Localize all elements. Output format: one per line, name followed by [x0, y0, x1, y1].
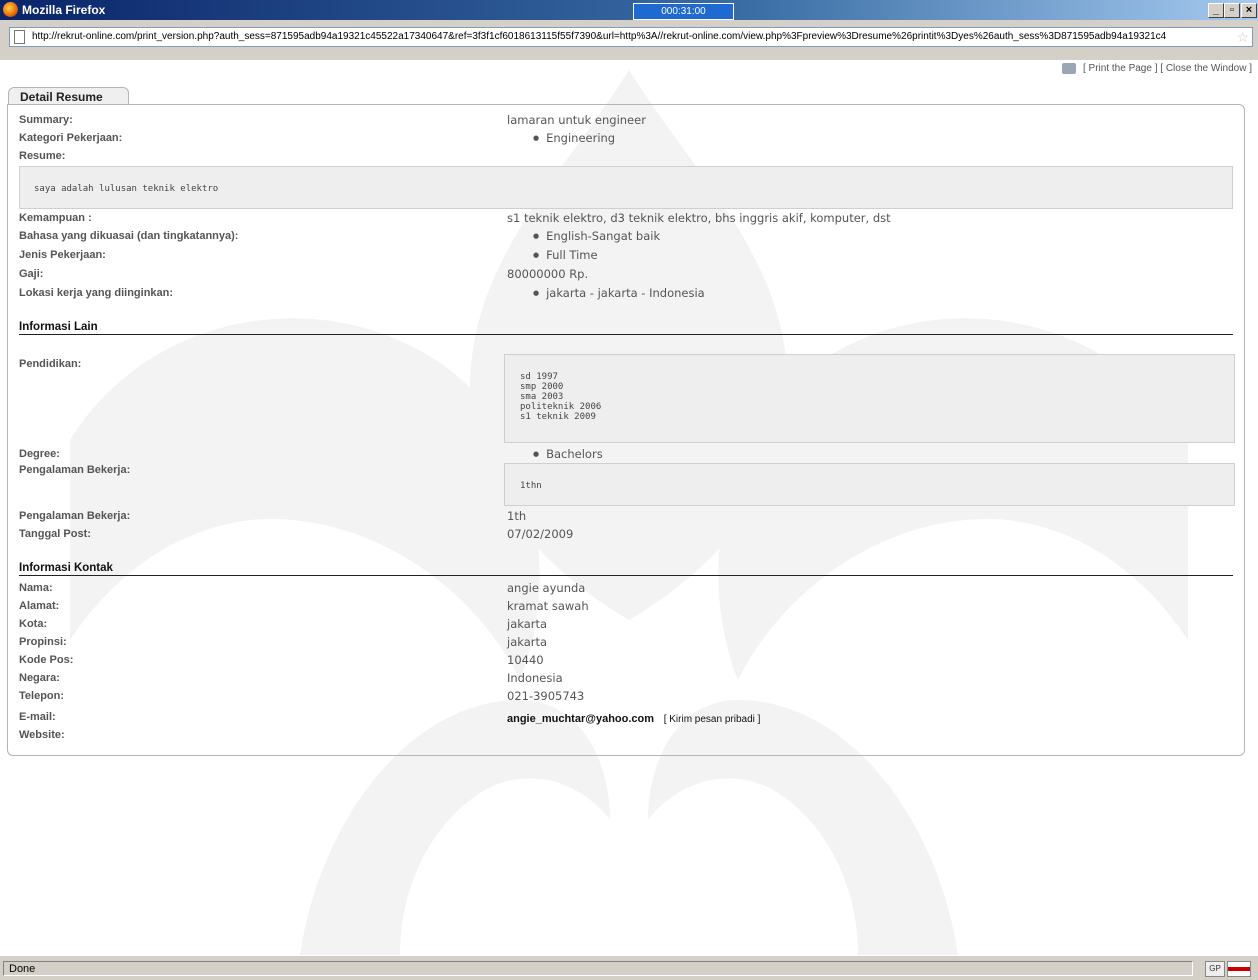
website-label: Website: [19, 729, 65, 741]
kodepos-label: Kode Pos: [19, 654, 74, 666]
tab-detail-resume[interactable]: Detail Resume [8, 87, 129, 105]
alamat-label: Alamat: [19, 600, 60, 612]
minimize-button[interactable]: _ [1208, 3, 1224, 18]
tanggal-label: Tanggal Post: [19, 528, 91, 540]
jenis-value: Full Time [533, 248, 597, 262]
summary-value: lamaran untuk engineer [507, 113, 646, 127]
negara-value: Indonesia [507, 671, 563, 685]
alamat-value: kramat sawah [507, 599, 589, 613]
timer-display: 000:31:00 [633, 3, 734, 20]
pengalaman-label: Pengalaman Bekerja: [19, 464, 131, 476]
kodepos-value: 10440 [507, 653, 544, 667]
email-row: angie_muchtar@yahoo.com [ Kirim pesan pr… [507, 711, 760, 725]
kemampuan-label: Kemampuan : [19, 212, 92, 224]
resume-label: Resume: [19, 150, 66, 162]
status-text: Done [3, 961, 1193, 976]
print-links: [ Print the Page ] [ Close the Window ] [1062, 63, 1252, 74]
resume-text-box: saya adalah lulusan teknik elektro [19, 166, 1233, 209]
gp-icon[interactable]: GP [1205, 961, 1225, 977]
url-text: http://rekrut-online.com/print_version.p… [32, 31, 1167, 42]
flag-icon[interactable] [1227, 961, 1251, 977]
propinsi-value: jakarta [507, 635, 548, 649]
pengalaman2-label: Pengalaman Bekerja: [19, 510, 131, 522]
informasi-kontak-heading: Informasi Kontak [19, 562, 1233, 576]
gaji-label: Gaji: [19, 268, 44, 280]
degree-label: Degree: [19, 448, 60, 460]
propinsi-label: Propinsi: [19, 636, 67, 648]
kategori-value: Engineering [533, 131, 615, 145]
address-toolbar: http://rekrut-online.com/print_version.p… [0, 20, 1258, 60]
gaji-value: 80000000 Rp. [507, 267, 589, 281]
bahasa-value: English-Sangat baik [533, 229, 660, 243]
kategori-label: Kategori Pekerjaan: [19, 132, 123, 144]
pengalaman2-value: 1th [507, 509, 527, 523]
window-title-bar[interactable]: Mozilla Firefox 000:31:00 _ ▫ × [0, 0, 1258, 20]
window-title: Mozilla Firefox [22, 3, 106, 17]
summary-label: Summary: [19, 114, 73, 126]
page-icon [14, 30, 25, 44]
status-bar: Done GP [0, 955, 1258, 980]
star-icon[interactable]: ☆ [1234, 29, 1249, 45]
bahasa-label: Bahasa yang dikuasai (dan tingkatannya): [19, 230, 239, 242]
pendidikan-label: Pendidikan: [19, 358, 82, 370]
negara-label: Negara: [19, 672, 60, 684]
kemampuan-value: s1 teknik elektro, d3 teknik elektro, bh… [507, 211, 891, 225]
maximize-button[interactable]: ▫ [1224, 3, 1240, 18]
degree-value: Bachelors [533, 447, 603, 461]
email-label: E-mail: [19, 711, 56, 723]
nama-value: angie ayunda [507, 581, 586, 595]
jenis-label: Jenis Pekerjaan: [19, 249, 106, 261]
print-page-link[interactable]: [ Print the Page ] [1083, 63, 1158, 74]
lokasi-value: jakarta - jakarta - Indonesia [533, 286, 705, 300]
printer-icon[interactable] [1062, 63, 1077, 74]
informasi-lain-heading: Informasi Lain [19, 321, 1233, 335]
nama-label: Nama: [19, 582, 53, 594]
close-button[interactable]: × [1241, 3, 1257, 18]
firefox-icon [3, 2, 18, 17]
lokasi-label: Lokasi kerja yang diinginkan: [19, 287, 174, 299]
telepon-label: Telepon: [19, 690, 65, 702]
pendidikan-text-box: sd 1997 smp 2000 sma 2003 politeknik 200… [504, 354, 1235, 443]
tanggal-value: 07/02/2009 [507, 527, 574, 541]
email-link[interactable]: angie_muchtar@yahoo.com [507, 713, 654, 725]
pengalaman-text-box: 1thn [504, 463, 1235, 506]
telepon-value: 021-3905743 [507, 689, 585, 703]
kota-value: jakarta [507, 617, 548, 631]
kirim-pesan-link[interactable]: [ Kirim pesan pribadi ] [664, 714, 761, 725]
close-window-link[interactable]: [ Close the Window ] [1160, 63, 1252, 74]
url-field[interactable]: http://rekrut-online.com/print_version.p… [9, 27, 1253, 47]
page-content: [ Print the Page ] [ Close the Window ] … [0, 60, 1258, 955]
kota-label: Kota: [19, 618, 48, 630]
